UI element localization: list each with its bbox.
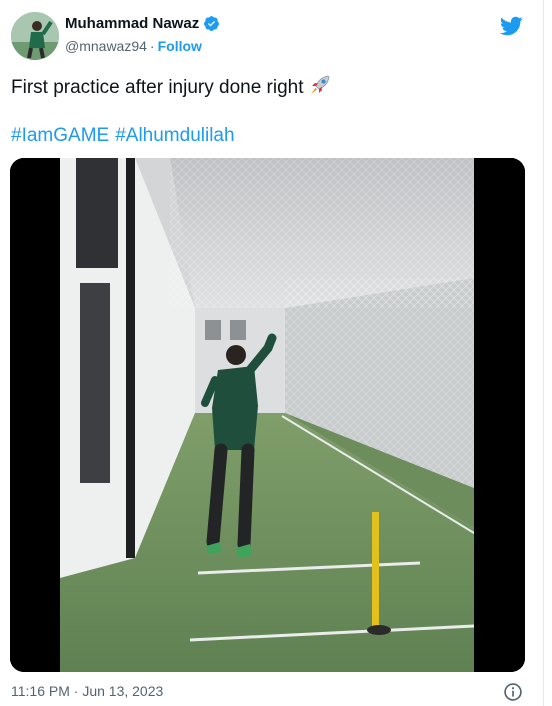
tweet-body: First practice after injury done right [11,77,304,98]
separator-dot: · [149,38,155,54]
author-handle-row: @mnawaz94 · Follow [65,38,202,54]
tweet-card: Muhammad Nawaz @mnawaz94 · Follow First pr… [0,0,544,706]
follow-button[interactable]: Follow [158,38,202,54]
hashtag-link[interactable]: #IamGAME [11,125,109,146]
video-frame [10,158,525,672]
tweet-header: Muhammad Nawaz @mnawaz94 · Follow [11,12,531,62]
hashtag-row: #IamGAME #Alhumdulilah [11,123,241,149]
tweet-text: First practice after injury done right [11,73,521,101]
tweet-video[interactable] [10,158,525,672]
author-handle[interactable]: @mnawaz94 [65,38,147,54]
verified-badge-icon [204,16,220,31]
tweet-timestamp[interactable]: 11:16 PM · Jun 13, 2023 [11,683,163,699]
author-name-row: Muhammad Nawaz [65,15,220,32]
rocket-icon [310,75,329,94]
author-name[interactable]: Muhammad Nawaz [65,15,199,32]
author-avatar[interactable] [11,12,59,60]
twitter-bird-icon[interactable] [499,14,523,38]
info-icon[interactable] [503,682,523,702]
hashtag-link[interactable]: #Alhumdulilah [115,125,234,146]
